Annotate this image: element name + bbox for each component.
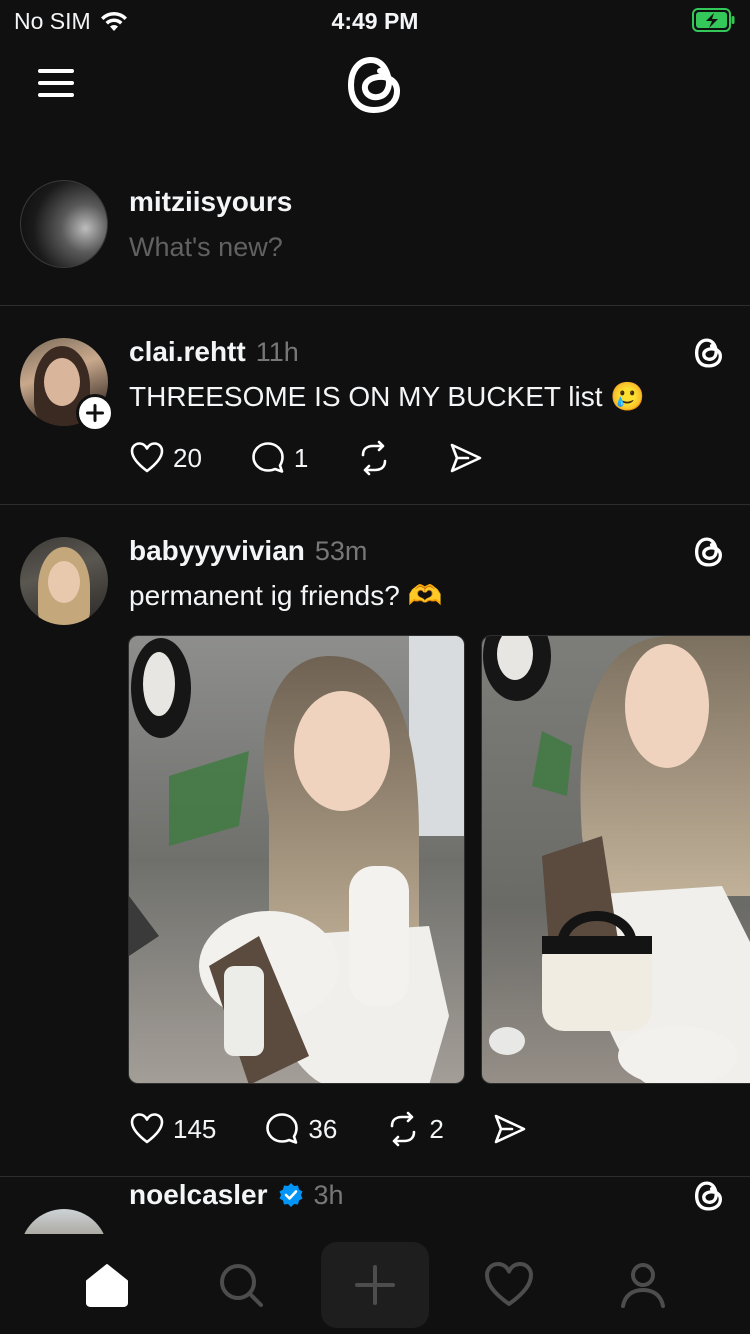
like-button[interactable]: 20 (129, 440, 202, 476)
like-count: 20 (173, 442, 202, 473)
share-button[interactable] (492, 1111, 528, 1147)
home-icon (86, 1264, 128, 1307)
heart-icon (485, 1262, 533, 1306)
tab-profile[interactable] (589, 1242, 697, 1328)
tab-bar (0, 1234, 750, 1334)
avatar[interactable] (20, 537, 108, 625)
menu-icon[interactable] (36, 66, 76, 100)
post[interactable]: clai.rehtt 11h THREESOME IS ON MY BUCKET… (0, 306, 750, 505)
comment-button[interactable]: 36 (264, 1111, 337, 1147)
post-actions: 20 1 (129, 440, 532, 476)
clock: 4:49 PM (331, 8, 419, 34)
profile-icon (621, 1263, 665, 1308)
battery-charging-icon (692, 8, 735, 32)
send-icon (494, 1114, 526, 1144)
comment-icon (266, 1113, 299, 1144)
threads-logo-icon[interactable] (692, 535, 726, 569)
post-time: 11h (255, 336, 299, 367)
post-username[interactable]: noelcasler (129, 1179, 268, 1211)
comment-count: 1 (293, 442, 309, 473)
post-photo[interactable] (481, 635, 750, 1084)
tab-create[interactable] (321, 1242, 429, 1328)
post[interactable]: babyyyvivian 53m permanent ig friends? 🫶 (0, 505, 750, 1177)
repost-count: 2 (429, 1113, 444, 1144)
heart-icon (130, 442, 164, 473)
search-icon (220, 1264, 263, 1307)
post[interactable]: noelcasler 3h (0, 1177, 750, 1237)
send-icon (451, 443, 482, 473)
post-text: THREESOME IS ON MY BUCKET list 🥲 (129, 381, 646, 412)
threads-logo-icon[interactable] (692, 1179, 726, 1213)
threads-logo-icon[interactable] (692, 336, 726, 370)
post-header: babyyyvivian 53m (129, 535, 367, 567)
tab-home[interactable] (53, 1242, 161, 1328)
avatar[interactable] (20, 1209, 108, 1237)
like-button[interactable]: 145 (129, 1111, 216, 1147)
heart-icon (130, 1113, 164, 1144)
plus-icon (355, 1265, 395, 1305)
post-header: clai.rehtt 11h (129, 336, 299, 368)
post-username[interactable]: babyyyvivian (129, 535, 305, 567)
status-bar: No SIM 4:49 PM (0, 0, 750, 44)
post-time: 3h (313, 1179, 344, 1210)
like-count: 145 (173, 1113, 217, 1144)
repost-button[interactable] (356, 440, 400, 476)
post-username[interactable]: clai.rehtt (129, 336, 246, 368)
post-photo[interactable] (128, 635, 465, 1084)
tab-activity[interactable] (455, 1242, 563, 1328)
verified-badge-icon (279, 1183, 303, 1207)
repost-icon (362, 440, 387, 476)
composer[interactable]: mitziisyours What's new? (0, 178, 750, 306)
share-button[interactable] (448, 440, 484, 476)
follow-plus-icon[interactable] (76, 394, 114, 432)
repost-button[interactable]: 2 (385, 1111, 444, 1147)
post-header: noelcasler 3h (129, 1179, 344, 1211)
my-avatar[interactable] (20, 180, 108, 268)
threads-logo-icon[interactable] (343, 52, 407, 118)
comment-button[interactable]: 1 (250, 440, 308, 476)
repost-icon (391, 1111, 416, 1147)
media-carousel[interactable] (128, 635, 750, 1084)
comment-icon (252, 442, 284, 473)
composer-username: mitziisyours (129, 186, 293, 217)
post-time: 53m (314, 535, 368, 566)
composer-prompt[interactable]: What's new? (129, 232, 283, 263)
comment-count: 36 (308, 1113, 338, 1144)
tab-search[interactable] (187, 1242, 295, 1328)
post-text: permanent ig friends? 🫶 (129, 580, 443, 611)
post-actions: 145 36 2 (129, 1111, 576, 1147)
